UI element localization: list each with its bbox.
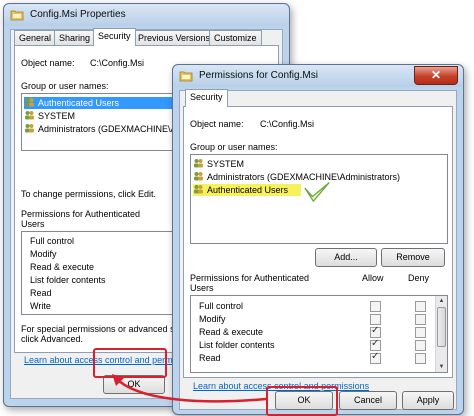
permissions-grid: Full control Modify Read & execute List … [190, 295, 448, 373]
permission-name: Read & execute [199, 327, 264, 337]
users-group-icon [194, 172, 203, 181]
folder-properties-icon [10, 10, 24, 21]
object-name-value: C:\Config.Msi [90, 58, 145, 68]
permission-name: Full control [199, 301, 244, 311]
user-name: Authenticated Users [38, 98, 120, 108]
allow-checkbox[interactable] [370, 301, 381, 312]
object-name-label: Object name: [190, 119, 244, 129]
permission-name: List folder contents [199, 340, 275, 350]
permissions-for-label-line2: Users [190, 283, 214, 293]
user-name: Administrators (GDEXMACHINE\Ad [38, 124, 182, 134]
permissions-scrollbar[interactable]: ▲ ▼ [435, 296, 447, 372]
properties-ok-highlight [93, 348, 167, 378]
allow-checkbox[interactable] [370, 325, 381, 338]
object-name-value: C:\Config.Msi [260, 119, 315, 129]
special-permissions-text-line1: For special permissions or advanced set [21, 324, 183, 334]
permissions-for-label-line2: Users [21, 219, 45, 229]
deny-column-header: Deny [408, 273, 430, 283]
permissions-for-label-line1: Permissions for Authenticated [21, 209, 141, 219]
allow-checkbox[interactable] [370, 351, 381, 364]
user-name: Authenticated Users [207, 185, 289, 195]
users-group-icon [25, 111, 34, 120]
permission-row-read-execute: Read & execute [191, 325, 447, 339]
permissions-window: Permissions for Config.Msi ✕ Security Ob… [172, 64, 464, 415]
user-name: SYSTEM [38, 111, 76, 121]
user-row-authenticated[interactable]: Authenticated Users [193, 184, 301, 196]
group-label: Group or user names: [21, 81, 109, 91]
properties-title: Config.Msi Properties [30, 9, 126, 20]
object-name-label: Object name: [21, 58, 75, 68]
users-listbox[interactable]: SYSTEM Administrators (GDEXMACHINE\Admin… [190, 154, 448, 244]
permissions-body: Security Object name: C:\Config.Msi Grou… [179, 89, 457, 410]
permission-row-read: Read [191, 351, 447, 365]
tab-security[interactable]: Security [185, 89, 228, 107]
users-group-icon [194, 185, 203, 194]
tab-customize[interactable]: Customize [209, 30, 262, 46]
permissions-title: Permissions for Config.Msi [199, 70, 318, 81]
cancel-button[interactable]: Cancel [339, 391, 397, 410]
group-label: Group or user names: [190, 142, 278, 152]
remove-button[interactable]: Remove [381, 248, 445, 267]
tab-sharing[interactable]: Sharing [54, 30, 96, 46]
users-group-icon [25, 98, 34, 107]
change-permissions-text: To change permissions, click Edit. [21, 189, 157, 199]
permission-name: Read [199, 353, 221, 363]
permissions-security-panel: Object name: C:\Config.Msi Group or user… [183, 106, 453, 378]
users-group-icon [194, 159, 203, 168]
permission-name: Modify [199, 314, 226, 324]
properties-titlebar[interactable]: Config.Msi Properties [4, 4, 289, 26]
apply-button[interactable]: Apply [402, 391, 454, 410]
scroll-up-arrow-icon[interactable]: ▲ [436, 296, 447, 306]
tab-security[interactable]: Security [93, 28, 136, 46]
tab-previous-versions[interactable]: Previous Versions [133, 30, 216, 46]
close-button[interactable]: ✕ [414, 66, 458, 85]
deny-checkbox[interactable] [415, 353, 426, 364]
user-name: SYSTEM [207, 159, 245, 169]
folder-permissions-icon [179, 71, 193, 82]
permissions-for-label-line1: Permissions for Authenticated [190, 273, 310, 283]
user-row-system[interactable]: SYSTEM [193, 158, 445, 170]
deny-checkbox[interactable] [415, 327, 426, 338]
permission-row-full-control: Full control [191, 300, 447, 313]
allow-checkbox[interactable] [370, 314, 381, 325]
permissions-ok-highlight [266, 386, 338, 416]
tab-general[interactable]: General [14, 30, 57, 46]
users-group-icon [25, 124, 34, 133]
scrollbar-thumb[interactable] [437, 307, 446, 347]
deny-checkbox[interactable] [415, 314, 426, 325]
permission-row-list-folder: List folder contents [191, 338, 447, 352]
deny-checkbox[interactable] [415, 340, 426, 351]
permission-row-modify: Modify [191, 313, 447, 326]
deny-checkbox[interactable] [415, 301, 426, 312]
allow-checkbox[interactable] [370, 338, 381, 351]
special-permissions-text-line2: click Advanced. [21, 334, 84, 344]
checkmark-icon [304, 182, 330, 202]
scroll-down-arrow-icon[interactable]: ▼ [436, 362, 447, 372]
add-button[interactable]: Add... [315, 248, 377, 267]
permissions-titlebar[interactable]: Permissions for Config.Msi ✕ [173, 65, 463, 87]
allow-column-header: Allow [362, 273, 384, 283]
